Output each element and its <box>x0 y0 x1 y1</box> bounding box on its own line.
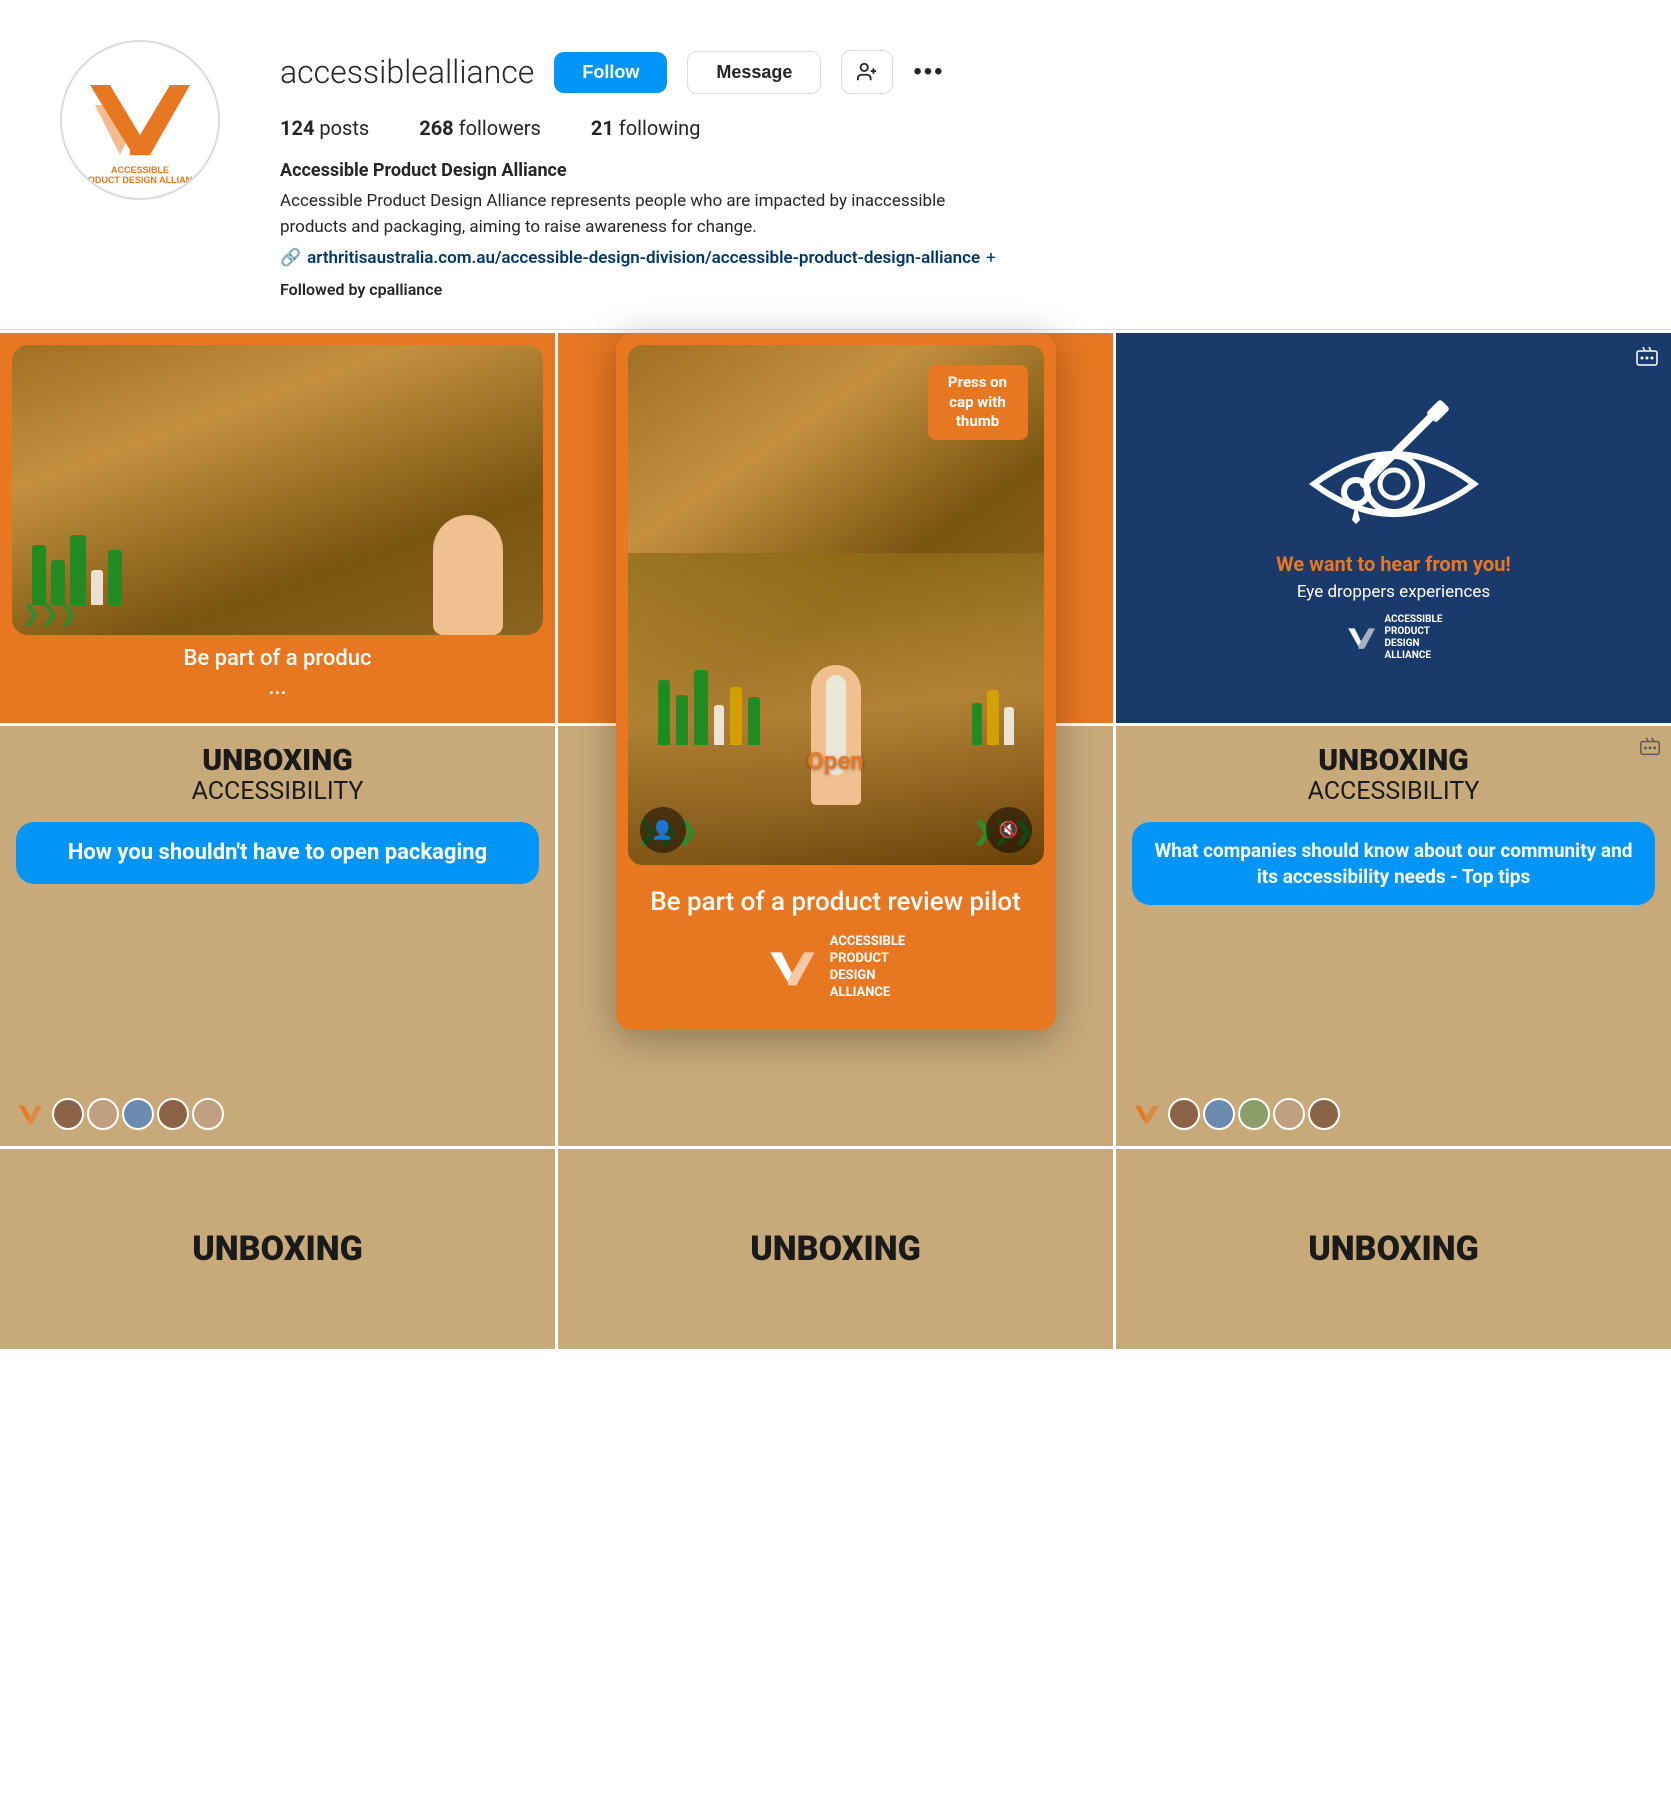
post-item[interactable]: ❯❯❯ Be part of a produc... <box>0 333 555 723</box>
following-stat[interactable]: 21 following <box>591 116 701 140</box>
link-icon: 🔗 <box>280 248 301 268</box>
post-unboxing-right[interactable]: UNBOXING ACCESSIBILITY What companies sh… <box>1116 726 1671 1146</box>
message-button[interactable]: Message <box>687 51 821 94</box>
featured-reel[interactable]: ❯❯❯ ❯❯❯ Press on cap with thumb Open 👤 🔇… <box>616 333 1056 1030</box>
reel-brand-logo <box>766 942 818 994</box>
brand-logo-unboxing-right <box>1132 1100 1160 1128</box>
username: accessiblealliance <box>280 53 534 91</box>
posts-stat: 124 posts <box>280 116 369 140</box>
post-unboxing-left[interactable]: UNBOXING ACCESSIBILITY How you shouldn't… <box>0 726 555 1146</box>
unboxing-title-b3: UNBOXING <box>1308 1229 1479 1269</box>
avatar: ACCESSIBLE PRODUCT DESIGN ALLIANCE <box>60 40 220 200</box>
bio-link[interactable]: 🔗 arthritisaustralia.com.au/accessible-d… <box>280 248 1611 268</box>
post-unboxing-bottom-1[interactable]: UNBOXING <box>0 1149 555 1349</box>
add-user-button[interactable] <box>841 50 893 94</box>
unboxing-title-right: UNBOXING <box>1318 744 1469 777</box>
unboxing-title-1: UNBOXING <box>202 744 353 777</box>
followers-stat[interactable]: 268 followers <box>419 116 541 140</box>
profile-top-row: accessiblealliance Follow Message ••• <box>280 50 1611 94</box>
post-unboxing-bottom-3[interactable]: UNBOXING <box>1116 1149 1671 1349</box>
followed-by: Followed by cpalliance <box>280 280 1611 299</box>
svg-text:ACCESSIBLE: ACCESSIBLE <box>111 165 169 175</box>
more-options-button[interactable]: ••• <box>913 58 944 86</box>
unboxing-subtitle-1: ACCESSIBILITY <box>192 777 364 806</box>
reel-overlay-text: Press on cap with thumb <box>928 365 1028 440</box>
unboxing-subtitle-right: ACCESSIBILITY <box>1308 777 1480 806</box>
bio-link-url[interactable]: arthritisaustralia.com.au/accessible-des… <box>307 248 980 268</box>
bio-text: Accessible Product Design Alliance repre… <box>280 189 980 240</box>
post-unboxing-bottom-2[interactable]: UNBOXING <box>558 1149 1113 1349</box>
reel-mute-button[interactable]: 🔇 <box>986 807 1032 853</box>
unboxing-title-b2: UNBOXING <box>750 1229 921 1269</box>
bio-display-name: Accessible Product Design Alliance <box>280 160 1611 181</box>
reel-icon-right <box>1639 736 1661 763</box>
follower-name[interactable]: cpalliance <box>369 280 442 299</box>
profile-header: ACCESSIBLE PRODUCT DESIGN ALLIANCE acces… <box>0 0 1671 329</box>
reel-icon <box>1635 345 1659 375</box>
brand-logo-small <box>1345 622 1377 654</box>
blue-card-title: We want to hear from you! <box>1276 552 1511 576</box>
svg-text:PRODUCT DESIGN ALLIANCE: PRODUCT DESIGN ALLIANCE <box>75 175 204 185</box>
reel-open-text: Open <box>807 747 863 775</box>
header-divider <box>0 329 1671 330</box>
unboxing-bubble-1: How you shouldn't have to open packaging <box>16 822 539 884</box>
reel-user-button[interactable]: 👤 <box>640 807 686 853</box>
posts-grid: ❯❯❯ Be part of a produc... <box>0 333 1671 1349</box>
brand-logo-unboxing-1 <box>16 1100 44 1128</box>
post-item-eyedropper[interactable]: We want to hear from you! Eye droppers e… <box>1116 333 1671 723</box>
eye-dropper-icon <box>1304 394 1484 544</box>
reel-caption: Be part of a product review pilot <box>616 877 1056 934</box>
unboxing-bubble-right: What companies should know about our com… <box>1132 822 1655 905</box>
profile-info: accessiblealliance Follow Message ••• 12… <box>280 40 1611 299</box>
unboxing-title-b1: UNBOXING <box>192 1229 363 1269</box>
stats-row: 124 posts 268 followers 21 following <box>280 116 1611 140</box>
follow-button[interactable]: Follow <box>554 52 667 93</box>
blue-card-subtitle: Eye droppers experiences <box>1297 582 1490 602</box>
